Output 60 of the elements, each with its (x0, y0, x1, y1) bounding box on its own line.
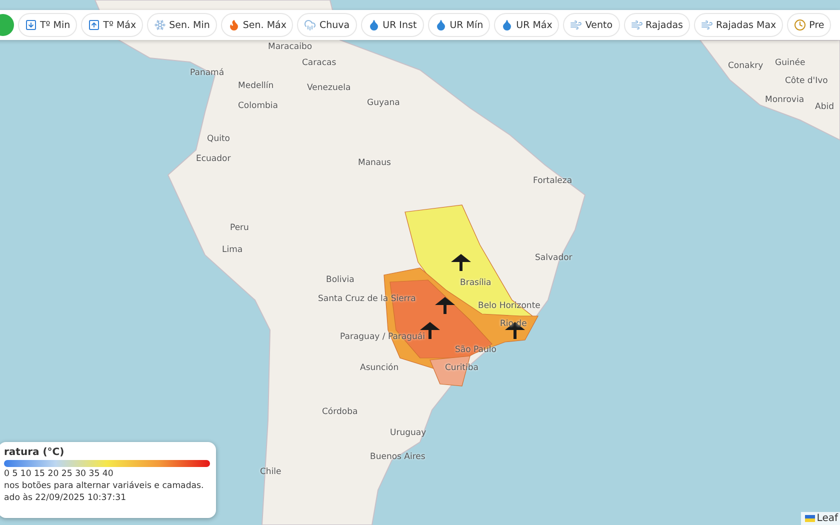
place-label: Conakry (728, 60, 764, 72)
wind-icon (570, 19, 582, 31)
arrow-down-icon (25, 19, 37, 31)
droplet-icon (434, 19, 447, 31)
place-label: Peru (230, 222, 249, 234)
wind-icon (701, 19, 713, 31)
clock-icon (794, 19, 806, 31)
place-label: Panamá (190, 67, 224, 79)
place-label: Buenos Aires (370, 451, 426, 463)
place-label: Guinée (775, 57, 806, 69)
arrow-up-icon (88, 19, 100, 31)
variable-button[interactable]: Tº Min (18, 13, 78, 37)
place-label: Salvador (535, 252, 572, 264)
variable-button[interactable]: Rajadas (624, 13, 690, 37)
place-label: Maracaibo (268, 41, 312, 53)
place-label: Venezuela (307, 82, 351, 94)
flame-icon (228, 19, 240, 31)
warning-marker-icon (451, 254, 471, 271)
scale-labels: 0 5 10 15 20 25 30 35 40 (4, 469, 114, 479)
place-label: Monrovia (765, 94, 804, 106)
variable-button[interactable]: Rajadas Max (694, 13, 784, 37)
legend-title: ratura (°C) (4, 447, 66, 458)
snowflake-icon (154, 19, 166, 31)
cloud-rain-icon (304, 19, 316, 31)
place-label: Uruguay (390, 427, 426, 439)
variable-button[interactable]: Vento (563, 13, 620, 37)
place-label: Lima (222, 244, 243, 256)
place-label: Rio de (500, 318, 527, 330)
place-label: Quito (207, 133, 230, 145)
attribution-link[interactable]: Leaf (816, 513, 838, 524)
place-label: Ecuador (196, 153, 231, 165)
place-label: Guyana (367, 97, 400, 109)
place-label: Brasília (460, 277, 492, 289)
place-label: Bolivia (326, 274, 354, 286)
droplet-icon (368, 19, 380, 31)
variable-button[interactable]: Sen. Min (147, 13, 217, 37)
place-label: Chile (260, 466, 282, 478)
variable-button[interactable]: UR Inst (360, 13, 424, 37)
place-label: Medellín (238, 80, 274, 92)
place-label: Abid (815, 101, 834, 113)
variable-button[interactable]: UR Máx (494, 13, 560, 37)
flag-icon (804, 515, 815, 522)
variable-button[interactable]: Sen. Máx (220, 13, 294, 37)
variable-button[interactable]: Chuva (297, 13, 357, 37)
legend-hint: nos botões para alternar variáveis e camadas. (4, 481, 204, 491)
update-time: ado às 22/09/2025 10:37:31 (4, 493, 126, 503)
place-label: Côte d'Ivo (785, 75, 828, 87)
place-label: Asunción (360, 362, 399, 374)
place-label: Córdoba (322, 406, 358, 418)
wind-icon (630, 19, 643, 31)
place-label: Belo Horizonte (478, 300, 540, 312)
warning-marker-icon (435, 297, 455, 314)
place-label: Manaus (358, 157, 391, 169)
droplet-icon (501, 19, 514, 31)
variable-button[interactable]: Pre (787, 13, 832, 37)
variable-button[interactable]: UR Mín (428, 13, 490, 37)
place-label: Fortaleza (533, 175, 572, 187)
variable-button[interactable]: Tº Máx (81, 13, 144, 37)
place-label: Colombia (238, 100, 278, 112)
place-label: Caracas (302, 57, 336, 69)
